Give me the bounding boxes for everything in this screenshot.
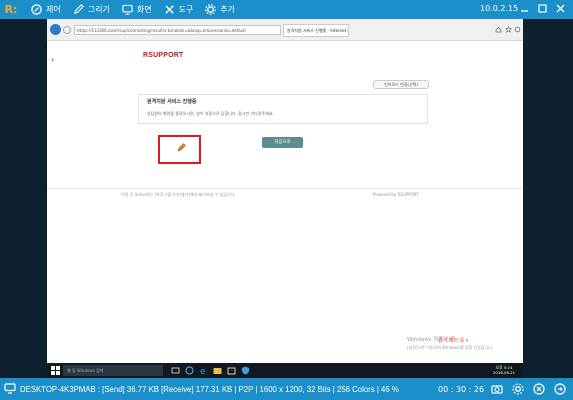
- control-icon: [31, 4, 42, 15]
- tools-icon: [164, 5, 174, 14]
- control-label: 제어: [46, 5, 61, 14]
- task-view-icon[interactable]: [171, 366, 180, 375]
- pencil-icon: [73, 4, 84, 15]
- browser-toolbar: https://113366.com/rsup/connecting/resul…: [47, 19, 523, 41]
- gear-icon: [205, 4, 217, 15]
- windows-start-icon[interactable]: [51, 366, 60, 375]
- language-button[interactable]: 언어모드 변경(선택): [373, 80, 429, 89]
- activation-body: [설정]으로 이동하여 Windows를 정품 인증합니다.: [407, 345, 494, 350]
- notice-box: 원격지원 서비스 진행중 상담원이 화면을 종료하시면, 창이 자동으로 닫힙니…: [138, 94, 428, 124]
- brand-logo: RSUPPORT: [143, 52, 184, 59]
- more-button[interactable]: 추가: [205, 4, 235, 15]
- remote-screen[interactable]: https://113366.com/rsup/connecting/resul…: [47, 19, 523, 378]
- draw-label: 그리기: [87, 5, 110, 14]
- forward-button[interactable]: [63, 26, 71, 34]
- store-icon[interactable]: [227, 366, 236, 375]
- remote-control-indicator[interactable]: 원격 제어 중 ▾: [438, 337, 468, 344]
- notice-title: 원격지원 서비스 진행중: [147, 99, 197, 105]
- remote-ip: 10.0.2.15: [480, 4, 519, 13]
- viewer-statusbar: DESKTOP-4K3PMAB : [Send] 36.77 KB [Recei…: [0, 378, 573, 400]
- connection-status: DESKTOP-4K3PMAB : [Send] 36.77 KB [Recei…: [20, 385, 399, 394]
- minimize-icon[interactable]: [519, 3, 530, 14]
- pencil-cursor-icon: [177, 143, 186, 152]
- settings-icon[interactable]: [514, 26, 521, 33]
- ie-icon[interactable]: e: [199, 366, 208, 375]
- edge-icon[interactable]: [185, 366, 194, 375]
- star-icon[interactable]: [505, 26, 512, 33]
- notice-body: 상담원이 화면을 종료하시면, 창이 자동으로 닫힙니다. 잠시만 기다려주세요…: [147, 111, 274, 116]
- address-bar[interactable]: https://113366.com/rsup/connecting/resul…: [74, 25, 281, 35]
- footer-powered: Powered by RSUPPORT: [373, 192, 419, 197]
- viewer-toolbar: R: 제어 그리기 화면 도구 추가 10.0.2.15: [0, 0, 573, 19]
- more-label: 추가: [220, 5, 236, 14]
- draw-button[interactable]: 그리기: [73, 4, 110, 15]
- tools-label: 도구: [178, 5, 194, 14]
- taskbar-search[interactable]: 웹 및 Windows 검색: [63, 365, 163, 376]
- back-button[interactable]: [50, 24, 61, 35]
- tools-button[interactable]: 도구: [164, 4, 194, 15]
- folder-icon[interactable]: [213, 366, 222, 375]
- svg-text:e: e: [200, 367, 206, 375]
- session-timer: 00 : 30 : 26: [438, 385, 485, 394]
- app-logo: R:: [4, 3, 18, 16]
- settings-icon[interactable]: [512, 383, 524, 395]
- monitor-icon: [4, 383, 16, 394]
- control-button[interactable]: 제어: [31, 4, 61, 15]
- monitor-icon: [122, 4, 133, 15]
- taskbar-clock[interactable]: 오후 5:24 2016-06-21: [493, 365, 515, 375]
- camera-icon[interactable]: [491, 383, 503, 395]
- remote-taskbar: 웹 및 Windows 검색 e 오후 5:24 2016-06-21: [47, 363, 523, 378]
- clock-date: 2016-06-21: [493, 370, 516, 375]
- home-icon[interactable]: [495, 26, 502, 33]
- shield-icon[interactable]: [241, 366, 250, 375]
- screen-label: 화면: [136, 5, 152, 14]
- side-arrow[interactable]: ›: [51, 55, 54, 64]
- exit-icon[interactable]: [554, 383, 566, 395]
- footer-divider: [47, 188, 523, 189]
- screen-button[interactable]: 화면: [122, 4, 152, 15]
- home-button[interactable]: 처음으로: [262, 137, 303, 148]
- disconnect-icon[interactable]: [533, 383, 545, 395]
- close-icon[interactable]: [555, 3, 566, 14]
- browser-tab[interactable]: 원격지원 서비스 진행중 - Internet Ex...: [283, 24, 349, 37]
- restore-icon[interactable]: [537, 3, 548, 14]
- footer-note: 이용 후 ActiveX는 [프로그램 추가/제거]에서 제거하실 수 있습니다…: [121, 192, 236, 197]
